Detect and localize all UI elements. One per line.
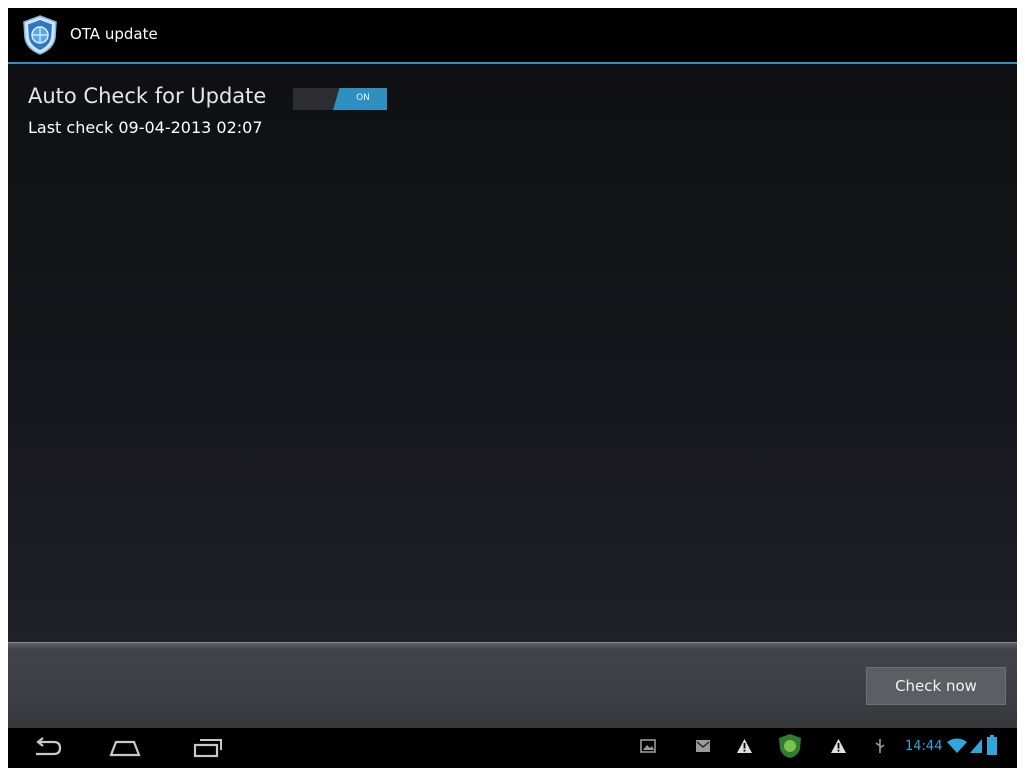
device-screen: OTA update Auto Check for Update Last ch…	[8, 8, 1017, 768]
last-check-text: Last check 09-04-2013 02:07	[28, 118, 263, 137]
system-nav-bar: 14:44	[8, 728, 1017, 768]
app-title: OTA update	[70, 25, 158, 43]
signal-icon[interactable]	[969, 738, 983, 754]
settings-content: Auto Check for Update Last check 09-04-2…	[8, 64, 1017, 642]
switch-thumb: ON	[333, 88, 387, 110]
android-app-icon[interactable]	[778, 733, 802, 759]
status-clock[interactable]: 14:44	[905, 739, 942, 754]
action-bar: OTA update	[8, 8, 1017, 62]
battery-icon[interactable]	[987, 735, 997, 757]
recent-apps-icon[interactable]	[190, 736, 224, 760]
auto-check-switch[interactable]: ON	[293, 88, 387, 110]
email-notification-icon[interactable]	[695, 738, 711, 754]
home-icon[interactable]	[108, 736, 142, 760]
warning-icon[interactable]	[736, 738, 753, 754]
gallery-notification-icon[interactable]	[640, 738, 656, 754]
switch-state-label: ON	[356, 93, 370, 103]
usb-icon[interactable]	[874, 738, 886, 754]
bottom-button-bar: Check now	[8, 642, 1017, 729]
check-now-button[interactable]: Check now	[866, 667, 1006, 705]
auto-check-label: Auto Check for Update	[28, 84, 267, 108]
wifi-icon[interactable]	[946, 738, 968, 754]
warning-icon-2[interactable]	[830, 738, 847, 754]
back-icon[interactable]	[30, 736, 64, 760]
ota-shield-icon[interactable]	[20, 14, 60, 56]
